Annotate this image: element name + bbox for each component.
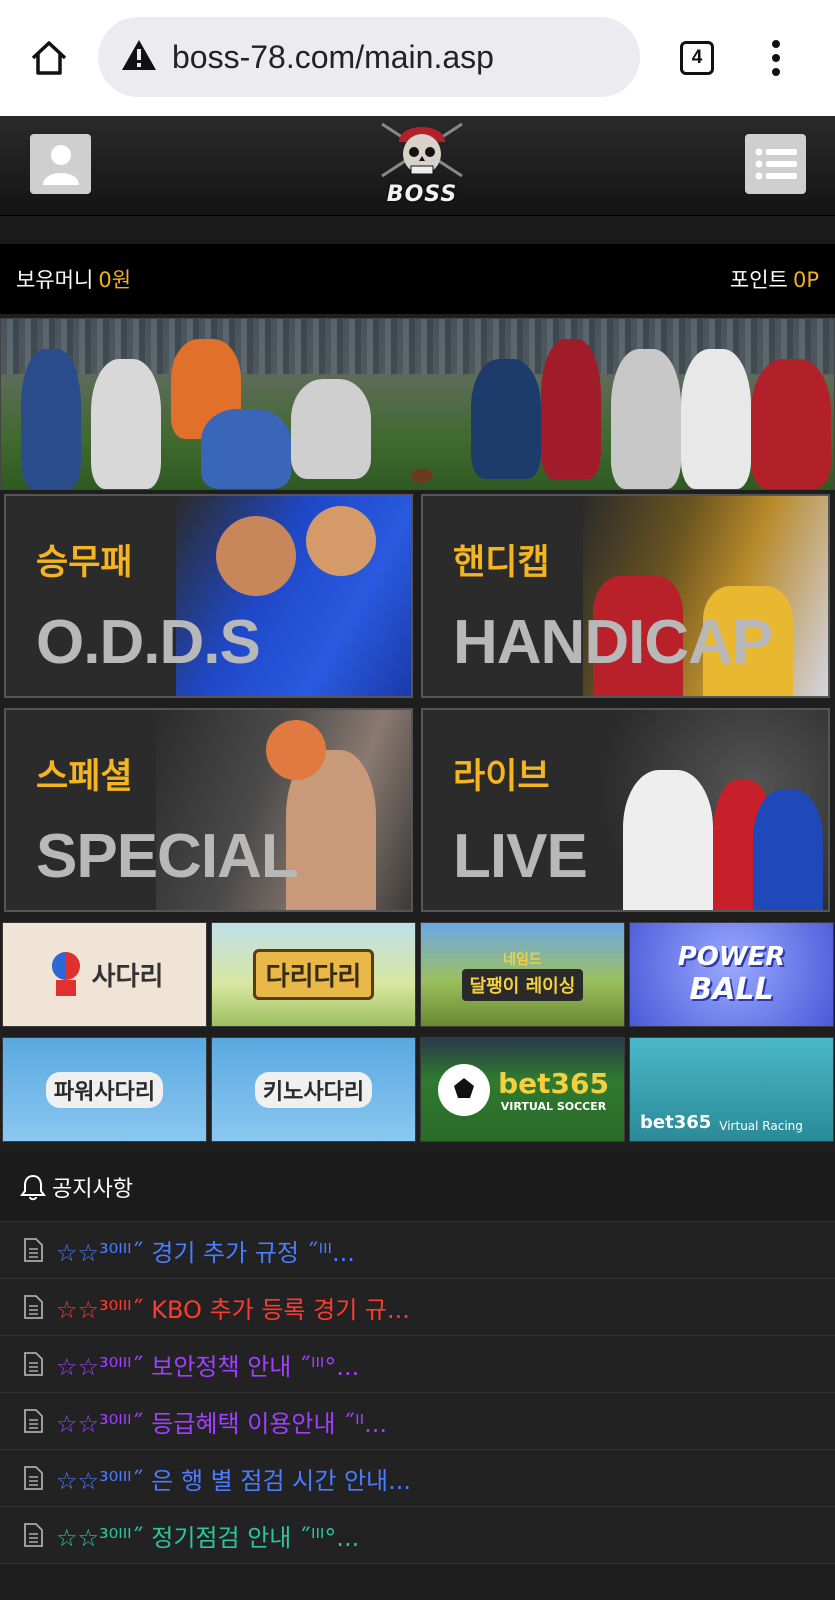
category-tile-live[interactable]: 라이브 LIVE bbox=[421, 708, 830, 912]
notice-item[interactable]: ☆☆³⁰ᴵᴵᴵ˝ 정기점검 안내 ˝ᴵᴵᴵ°... bbox=[0, 1507, 835, 1564]
document-icon bbox=[24, 1295, 43, 1319]
game-tile-snail-racing[interactable]: 네임드 달팽이 레이싱 bbox=[420, 922, 625, 1027]
game-brand: bet365 bbox=[640, 1112, 712, 1133]
game-label: 키노사다리 bbox=[254, 1071, 373, 1108]
user-icon[interactable] bbox=[30, 134, 91, 194]
notice-item[interactable]: ☆☆³⁰ᴵᴵᴵ˝ 등급혜택 이용안내 ˝ᴵᴵ... bbox=[0, 1393, 835, 1450]
game-brand: bet365 bbox=[498, 1066, 609, 1100]
category-tile-special[interactable]: 스페셜 SPECIAL bbox=[4, 708, 413, 912]
game-label: Virtual Racing bbox=[719, 1119, 803, 1133]
notice-text: ☆☆³⁰ᴵᴵᴵ˝ 등급혜택 이용안내 ˝ᴵᴵ... bbox=[56, 1409, 387, 1438]
notice-item[interactable]: ☆☆³⁰ᴵᴵᴵ˝ 은 행 별 점검 시간 안내... bbox=[0, 1450, 835, 1507]
bet-category-grid: 승무패 O.D.D.S 핸디캡 HANDICAP 스페셜 SPECIAL 라이브… bbox=[0, 490, 835, 912]
notice-text: ☆☆³⁰ᴵᴵᴵ˝ 정기점검 안내 ˝ᴵᴵᴵ°... bbox=[56, 1523, 360, 1552]
notice-list: ☆☆³⁰ᴵᴵᴵ˝ 경기 추가 규정 ˝ᴵᴵᴵ... ☆☆³⁰ᴵᴵᴵ˝ KBO 추가… bbox=[0, 1222, 835, 1564]
category-en-label: LIVE bbox=[453, 822, 588, 891]
category-en-label: HANDICAP bbox=[453, 608, 773, 677]
soccer-ball-icon bbox=[438, 1063, 491, 1116]
game-label: 달팽이 레이싱 bbox=[461, 968, 584, 1001]
notice-item[interactable]: ☆☆³⁰ᴵᴵᴵ˝ 보안정책 안내 ˝ᴵᴵᴵ°... bbox=[0, 1336, 835, 1393]
category-kr-label: 승무패 bbox=[36, 543, 133, 583]
notice-item[interactable]: ☆☆³⁰ᴵᴵᴵ˝ KBO 추가 등록 경기 규... bbox=[0, 1279, 835, 1336]
notice-item[interactable]: ☆☆³⁰ᴵᴵᴵ˝ 경기 추가 규정 ˝ᴵᴵᴵ... bbox=[0, 1222, 835, 1279]
category-en-label: O.D.D.S bbox=[36, 608, 261, 677]
tabs-icon[interactable]: 4 bbox=[680, 41, 714, 75]
game-tile-power-ladder[interactable]: 파워사다리 bbox=[2, 1037, 207, 1142]
point-balance: 포인트 0P bbox=[730, 264, 819, 294]
ladder-mascot-icon bbox=[51, 951, 80, 996]
game-tile-virtual-soccer[interactable]: bet365 VIRTUAL SOCCER bbox=[420, 1037, 625, 1142]
game-tile-keno-ladder[interactable]: 키노사다리 bbox=[211, 1037, 416, 1142]
document-icon bbox=[24, 1523, 43, 1547]
notice-title: 공지사항 bbox=[52, 1176, 133, 1202]
balance-bar: 보유머니 0원 포인트 0P bbox=[0, 244, 835, 314]
notice-text: ☆☆³⁰ᴵᴵᴵ˝ KBO 추가 등록 경기 규... bbox=[56, 1295, 410, 1324]
category-tile-odds[interactable]: 승무패 O.D.D.S bbox=[4, 494, 413, 698]
notice-header: 공지사항 bbox=[0, 1152, 835, 1222]
game-tile-ladder[interactable]: 사다리 bbox=[2, 922, 207, 1027]
category-kr-label: 핸디캡 bbox=[453, 543, 550, 583]
category-en-label: SPECIAL bbox=[36, 822, 299, 891]
game-label: VIRTUAL SOCCER bbox=[500, 1099, 607, 1113]
url-text: boss-78.com/main.asp bbox=[172, 38, 494, 75]
warning-icon bbox=[120, 38, 158, 76]
game-label: 다리다리 bbox=[252, 949, 375, 1000]
home-icon[interactable] bbox=[28, 37, 70, 79]
site-logo[interactable]: BOSS bbox=[372, 116, 472, 211]
pirate-skull-logo bbox=[381, 122, 463, 178]
game-label: POWER bbox=[677, 942, 786, 972]
money-value: 0원 bbox=[98, 268, 132, 292]
document-icon bbox=[24, 1409, 43, 1433]
document-icon bbox=[24, 1238, 43, 1262]
document-icon bbox=[24, 1466, 43, 1490]
notice-text: ☆☆³⁰ᴵᴵᴵ˝ 보안정책 안내 ˝ᴵᴵᴵ°... bbox=[56, 1352, 360, 1381]
browser-toolbar: boss-78.com/main.asp 4 bbox=[0, 0, 835, 116]
category-tile-handicap[interactable]: 핸디캡 HANDICAP bbox=[421, 494, 830, 698]
game-label: 사다리 bbox=[91, 962, 164, 992]
point-label: 포인트 bbox=[729, 268, 788, 292]
header-spacer bbox=[0, 216, 835, 244]
game-label-sub: BALL bbox=[689, 972, 774, 1007]
game-tile-daridari[interactable]: 다리다리 bbox=[211, 922, 416, 1027]
category-kr-label: 스페셜 bbox=[36, 757, 133, 797]
game-label: 파워사다리 bbox=[45, 1071, 164, 1108]
logo-text: BOSS bbox=[386, 182, 458, 207]
notice-text: ☆☆³⁰ᴵᴵᴵ˝ 경기 추가 규정 ˝ᴵᴵᴵ... bbox=[56, 1238, 355, 1267]
address-bar[interactable]: boss-78.com/main.asp bbox=[98, 17, 640, 97]
minigame-grid: 사다리 다리다리 네임드 달팽이 레이싱 POWER BALL 파워사다리 키노… bbox=[0, 912, 835, 1142]
point-value: 0P bbox=[792, 268, 819, 292]
site-header: BOSS bbox=[0, 116, 835, 216]
document-icon bbox=[24, 1352, 43, 1376]
category-kr-label: 라이브 bbox=[453, 757, 550, 797]
more-vert-icon[interactable] bbox=[770, 40, 782, 76]
football-banner[interactable] bbox=[0, 318, 835, 490]
game-brand: 네임드 bbox=[503, 951, 542, 968]
money-label: 보유머니 bbox=[16, 268, 94, 292]
game-tile-virtual-racing[interactable]: bet365 Virtual Racing bbox=[629, 1037, 834, 1142]
money-balance: 보유머니 0원 bbox=[16, 264, 131, 294]
game-tile-powerball[interactable]: POWER BALL bbox=[629, 922, 834, 1027]
notice-board: 공지사항 ☆☆³⁰ᴵᴵᴵ˝ 경기 추가 규정 ˝ᴵᴵᴵ... ☆☆³⁰ᴵᴵᴵ˝ K… bbox=[0, 1152, 835, 1564]
list-menu-icon[interactable] bbox=[745, 134, 806, 194]
bell-icon bbox=[20, 1174, 46, 1200]
notice-text: ☆☆³⁰ᴵᴵᴵ˝ 은 행 별 점검 시간 안내... bbox=[56, 1466, 412, 1495]
